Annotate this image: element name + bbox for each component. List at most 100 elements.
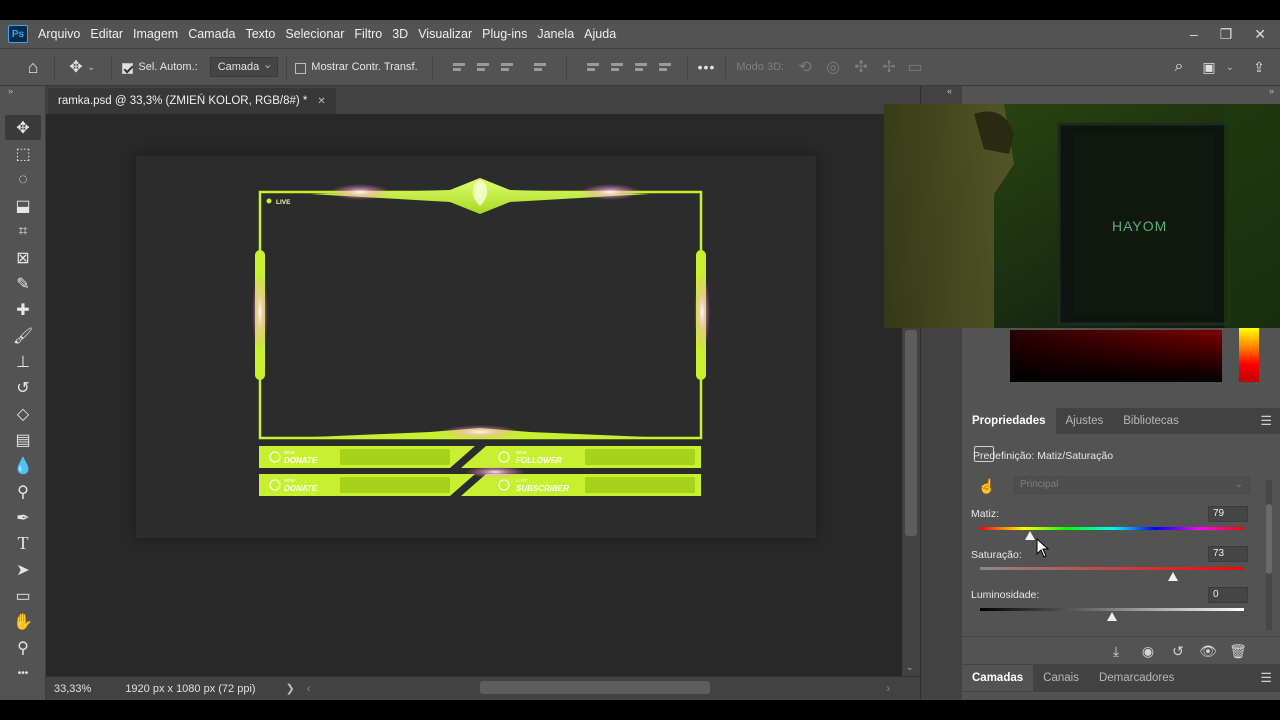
layers-menu-icon[interactable]: ☰ (1260, 670, 1272, 686)
color-hue-slider[interactable] (1239, 328, 1259, 382)
tab-bibliotecas[interactable]: Bibliotecas (1113, 408, 1189, 434)
clone-stamp-tool[interactable]: ⊥ (5, 349, 41, 374)
lightness-slider-track[interactable] (980, 608, 1244, 611)
brush-tool[interactable]: 🖌 (5, 323, 41, 348)
reset-icon[interactable]: ↺ (1168, 641, 1188, 661)
align-bottom-icon[interactable] (634, 60, 648, 74)
healing-brush-tool[interactable]: ✚ (5, 297, 41, 322)
type-tool[interactable]: T (5, 531, 41, 556)
preset-channel-dropdown[interactable]: Principal ⌄ (1014, 476, 1250, 494)
more-tools-icon[interactable]: ••• (5, 661, 41, 686)
lasso-tool[interactable]: ◌ (5, 167, 41, 192)
align-center-icon[interactable] (476, 60, 490, 74)
scroll-down-arrow-icon[interactable]: ⌄ (906, 662, 914, 673)
close-tab-icon[interactable]: ✕ (317, 96, 325, 107)
align-middle-icon[interactable] (610, 60, 624, 74)
align-left-icon[interactable] (452, 60, 466, 74)
view-previous-state-icon[interactable]: ◉ (1138, 641, 1158, 661)
panel-menu-icon[interactable]: ☰ (1260, 413, 1272, 429)
saturation-slider-track[interactable] (980, 567, 1244, 570)
rectangle-tool[interactable]: ▭ (5, 583, 41, 608)
object-select-tool[interactable]: ⬓ (5, 193, 41, 218)
orbit-3d-icon[interactable]: ⟲ (794, 57, 816, 77)
lightness-slider-thumb[interactable] (1107, 612, 1117, 621)
distribute-vertical-icon[interactable] (658, 60, 672, 74)
document-tab[interactable]: ramka.psd @ 33,3% (ZMIEŃ KOLOR, RGB/8#) … (48, 88, 336, 114)
dodge-tool[interactable]: ⚲ (5, 479, 41, 504)
tab-camadas[interactable]: Camadas (962, 665, 1034, 691)
menu-3d[interactable]: 3D (392, 27, 408, 41)
crop-tool[interactable]: ⌗ (5, 219, 41, 244)
hue-slider-thumb[interactable] (1025, 531, 1036, 540)
scroll-left-arrow-icon[interactable]: ‹ (307, 683, 311, 695)
auto-select-target-dropdown[interactable]: Camada (209, 57, 279, 77)
search-icon[interactable]: ⌕ (1168, 58, 1190, 76)
share-icon[interactable]: ⇪ (1248, 59, 1270, 76)
eyedropper-tool[interactable]: ✎ (5, 271, 41, 296)
marquee-tool[interactable]: ⬚ (5, 141, 41, 166)
more-options-button[interactable]: ••• (698, 59, 716, 75)
frame-tool[interactable]: ⊠ (5, 245, 41, 270)
menu-arquivo[interactable]: Arquivo (38, 27, 80, 41)
properties-scroll-thumb[interactable] (1266, 504, 1272, 574)
distribute-icon[interactable] (533, 60, 547, 74)
menu-filtro[interactable]: Filtro (354, 27, 382, 41)
hue-value-input[interactable]: 79 (1208, 506, 1248, 522)
zoom-level[interactable]: 33,33% (54, 683, 91, 695)
menu-camada[interactable]: Camada (188, 27, 235, 41)
saturation-slider-thumb[interactable] (1167, 572, 1178, 581)
gradient-tool[interactable]: ▤ (5, 427, 41, 452)
stream-overlay-frame[interactable]: LIVE NEW DONATE NEW FOLLOWER NEW DONATE … (250, 172, 712, 502)
scroll-right-arrow-icon[interactable]: › (886, 683, 890, 695)
camera-3d-icon[interactable]: ▭ (904, 57, 926, 77)
menu-plugins[interactable]: Plug-ins (482, 27, 527, 41)
roll-3d-icon[interactable]: ◎ (822, 57, 844, 77)
tab-canais[interactable]: Canais (1033, 665, 1089, 691)
zoom-tool[interactable]: ⚲ (5, 635, 41, 660)
auto-select-checkbox[interactable] (122, 62, 134, 74)
horizontal-scroll-thumb[interactable] (480, 681, 710, 694)
targeted-adjustment-hand-icon[interactable]: ☝ (978, 478, 995, 495)
color-field[interactable] (1010, 330, 1222, 382)
path-selection-tool[interactable]: ➤ (5, 557, 41, 582)
minimize-button[interactable]: – (1190, 26, 1198, 42)
show-transform-checkbox[interactable] (295, 62, 307, 74)
clip-to-layer-icon[interactable]: ⤓ (1106, 641, 1126, 661)
slide-3d-icon[interactable]: ✢ (878, 57, 900, 77)
align-right-icon[interactable] (500, 60, 514, 74)
move-tool-icon[interactable]: ✥ (65, 57, 87, 77)
menu-selecionar[interactable]: Selecionar (285, 27, 344, 41)
close-window-button[interactable]: ✕ (1254, 26, 1266, 43)
menu-texto[interactable]: Texto (245, 27, 275, 41)
home-icon[interactable]: ⌂ (22, 57, 44, 78)
align-top-icon[interactable] (586, 60, 600, 74)
blur-tool[interactable]: 💧 (5, 453, 41, 478)
lightness-value-input[interactable]: 0 (1208, 587, 1248, 603)
menu-imagem[interactable]: Imagem (133, 27, 178, 41)
tab-ajustes[interactable]: Ajustes (1056, 408, 1114, 434)
visibility-eye-icon[interactable]: 👁 (1198, 641, 1218, 661)
move-tool[interactable]: ✥ (5, 115, 41, 140)
menu-editar[interactable]: Editar (90, 27, 123, 41)
tab-demarcadores[interactable]: Demarcadores (1089, 665, 1184, 691)
tab-propriedades[interactable]: Propriedades (962, 408, 1056, 434)
vertical-scroll-thumb[interactable] (905, 330, 917, 536)
hand-tool[interactable]: ✋ (5, 609, 41, 634)
workspace-chevron-icon[interactable]: ⌄ (1226, 62, 1234, 73)
saturation-value-input[interactable]: 73 (1208, 546, 1248, 562)
hue-slider-track[interactable] (980, 527, 1244, 530)
properties-scrollbar[interactable] (1266, 480, 1272, 630)
history-brush-tool[interactable]: ↺ (5, 375, 41, 400)
maximize-button[interactable]: ❐ (1220, 26, 1233, 43)
pen-tool[interactable]: ✒ (5, 505, 41, 530)
collapse-dock-button[interactable]: « (921, 86, 962, 96)
eraser-tool[interactable]: ◇ (5, 401, 41, 426)
menu-visualizar[interactable]: Visualizar (418, 27, 472, 41)
menu-ajuda[interactable]: Ajuda (584, 27, 616, 41)
status-menu-arrow-icon[interactable]: ❯ (286, 682, 295, 695)
workspace-icon[interactable]: ▣ (1198, 59, 1220, 76)
chevron-down-icon[interactable]: ⌄ (87, 62, 95, 73)
delete-trash-icon[interactable]: 🗑 (1228, 641, 1248, 661)
expand-toolbar-button[interactable]: » (0, 86, 45, 96)
drag-3d-icon[interactable]: ✣ (850, 57, 872, 77)
